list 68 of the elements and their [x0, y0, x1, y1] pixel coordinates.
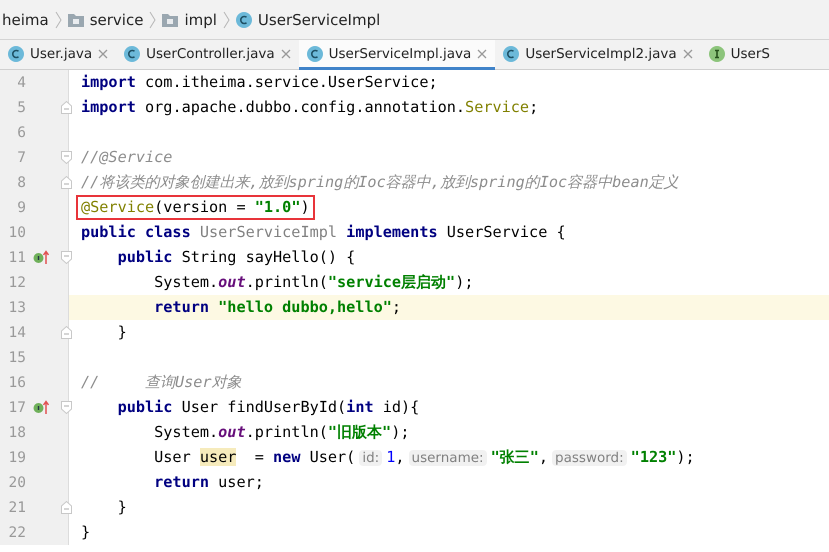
close-icon[interactable]: [477, 48, 488, 58]
implements-marker-icon[interactable]: [33, 250, 49, 265]
editor-tab[interactable]: UserServiceImpl.java: [298, 40, 496, 70]
code-line: System.out.println("service层启动");: [153, 272, 474, 293]
code-line: // 查询User对象: [80, 372, 243, 393]
editor-tab[interactable]: UserServiceImpl2.java: [495, 40, 701, 70]
class-icon: [236, 12, 252, 28]
close-icon[interactable]: [98, 48, 108, 58]
line-number: 6: [16, 124, 26, 140]
fold-icon[interactable]: [61, 176, 72, 189]
code-line: public class UserServiceImpl implements UserService {: [80, 222, 567, 243]
code-line: //将该类的对象创建出来,放到spring的Ioc容器中,放到spring的Ioc容器中bean定义: [80, 172, 680, 193]
class-icon: [124, 46, 140, 62]
editor-tab[interactable]: UserController.java: [116, 40, 299, 70]
line-number: 4: [16, 74, 26, 90]
editor-tab[interactable]: UserS: [700, 40, 778, 70]
line-number: 22: [8, 524, 26, 540]
interface-icon: [708, 46, 725, 62]
code-line: import com.itheima.service.UserService;: [80, 72, 439, 93]
code-line: public String sayHello() {: [116, 247, 356, 268]
breadcrumb-item[interactable]: impl: [184, 10, 217, 28]
line-number: 13: [8, 300, 26, 316]
code-line: }: [116, 497, 128, 518]
line-number: 15: [8, 350, 26, 366]
line-number: 14: [8, 324, 26, 340]
line-number: 18: [8, 424, 26, 440]
fold-icon[interactable]: [61, 101, 72, 114]
code-line: //@Service: [80, 147, 174, 168]
code-line: }: [116, 322, 128, 343]
fold-icon[interactable]: [61, 401, 72, 414]
line-number: 17: [8, 400, 26, 416]
editor-tab[interactable]: User.java: [0, 40, 116, 70]
code-line: import org.apache.dubbo.config.annotation.Service;: [80, 97, 540, 118]
line-number: 20: [8, 474, 26, 490]
line-number: 11: [8, 250, 26, 266]
line-number: 16: [8, 374, 26, 390]
class-icon: [8, 46, 24, 62]
code-line: User user = new User( id: 1, username: "张三", password: "123");: [153, 446, 696, 468]
implements-marker-icon[interactable]: [33, 400, 49, 415]
breadcrumb-item[interactable]: service: [90, 10, 144, 28]
fold-icon[interactable]: [61, 326, 72, 339]
line-number: 21: [8, 500, 26, 516]
line-number: 5: [16, 100, 26, 116]
code-line: return "hello dubbo,hello";: [153, 297, 402, 318]
line-number: 9: [16, 200, 26, 216]
fold-icon[interactable]: [61, 501, 72, 514]
chevron-icon: [54, 10, 62, 30]
class-icon: [306, 46, 323, 62]
line-number: 19: [8, 450, 26, 466]
line-number: 8: [16, 174, 26, 190]
line-number: 7: [16, 150, 26, 166]
class-icon: [503, 46, 520, 62]
close-icon[interactable]: [682, 48, 693, 58]
close-icon[interactable]: [280, 48, 291, 58]
breadcrumb-item[interactable]: heima: [2, 10, 49, 28]
code-line: }: [80, 522, 92, 543]
code-line: return user;: [153, 472, 265, 493]
line-number: 10: [8, 224, 26, 240]
line-number: 12: [8, 274, 26, 290]
folder-icon: [162, 12, 178, 26]
fold-icon[interactable]: [61, 151, 72, 164]
folder-icon: [68, 12, 84, 26]
chevron-icon: [149, 10, 156, 30]
code-line: public User findUserById(int id){: [116, 397, 420, 418]
fold-icon[interactable]: [61, 251, 72, 264]
breadcrumb-item[interactable]: UserServiceImpl: [258, 10, 380, 28]
chevron-icon: [222, 10, 230, 30]
code-line: System.out.println("旧版本");: [153, 422, 410, 443]
